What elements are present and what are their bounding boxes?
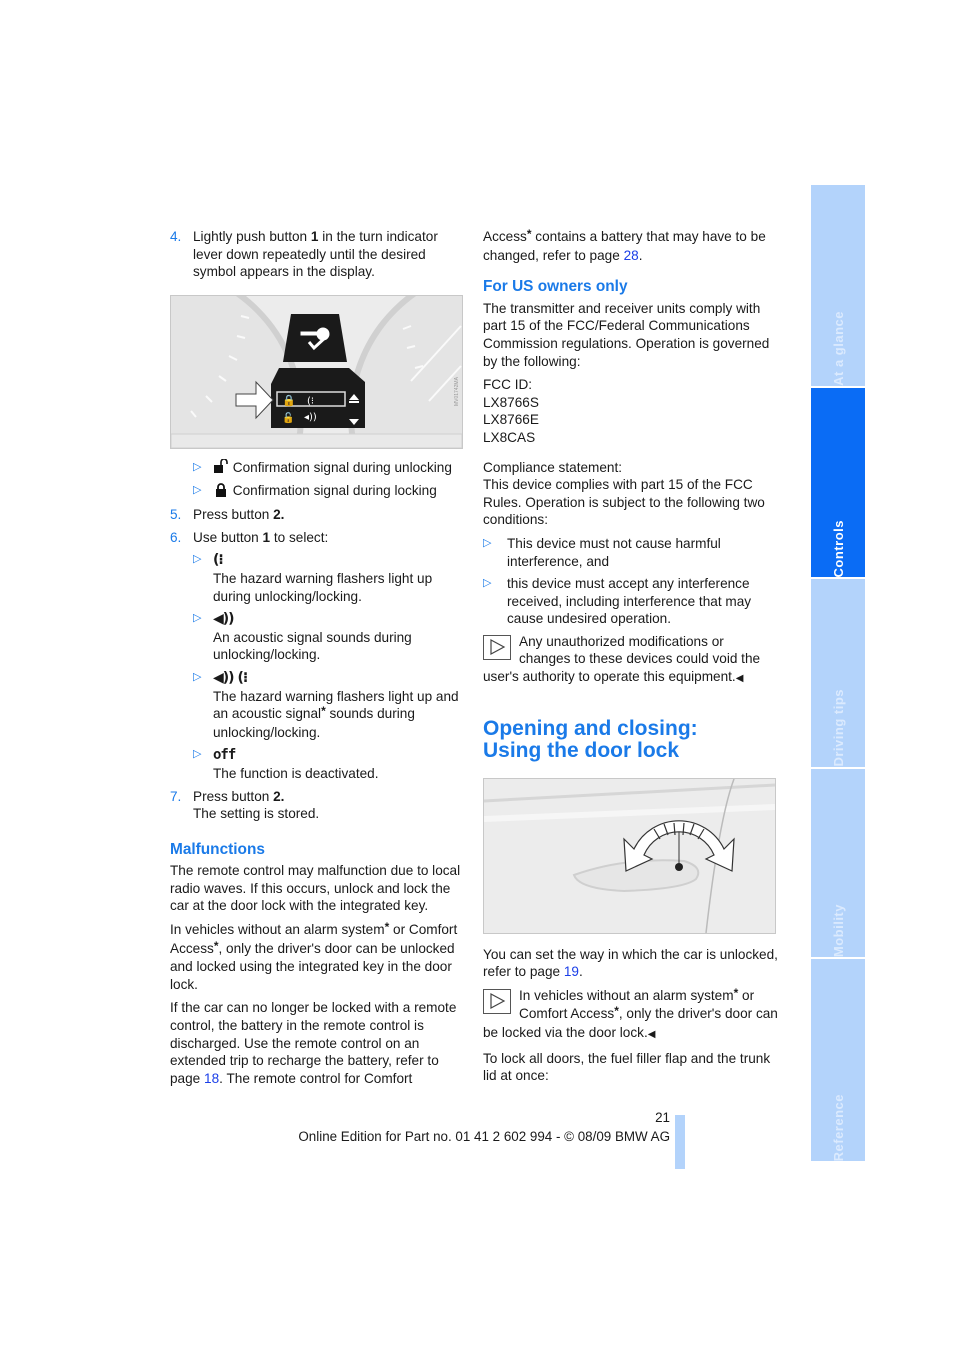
fcc-paragraph: The transmitter and receiver units compl… (483, 300, 770, 369)
tab-reference[interactable]: Reference (811, 959, 865, 1161)
condition-item: ▷ This device must not cause harmful int… (483, 535, 721, 569)
page-18-link[interactable]: 18 (204, 1071, 219, 1086)
door-lock-paragraph-2: To lock all doors, the fuel filler flap … (483, 1050, 771, 1084)
step-6: 6. Use button 1 to select: (170, 529, 329, 545)
fcc-id: LX8766E (483, 412, 539, 428)
comfort-access-continuation: Access* contains a battery that may have… (483, 227, 766, 263)
door-lock-note: In vehicles without an alarm system* or … (483, 985, 778, 1041)
svg-text:◂)): ◂)) (304, 412, 317, 423)
horn-and-flasher-icon: ◀)) (⁝ (213, 669, 248, 686)
malfunctions-paragraph-2: In vehicles without an alarm system* or … (170, 920, 458, 992)
off-symbol: off (213, 747, 236, 764)
fcc-id-block: FCC ID: LX8766S LX8766E LX8CAS (483, 377, 539, 445)
malfunctions-heading: Malfunctions (170, 840, 265, 858)
step-7: 7. Press button 2. The setting is stored… (170, 788, 320, 822)
fcc-id: LX8766S (483, 394, 539, 410)
chapter-tabs: At a glance Controls Driving tips Mobili… (811, 185, 865, 1163)
instrument-cluster-illustration: 🔒 (⁝ 🔓 ◂)) MV01742MA (170, 294, 463, 449)
step-4: 4. Lightly push button 1 in the turn ind… (170, 229, 438, 280)
locked-padlock-icon (213, 482, 229, 502)
page-number: 21 (655, 1110, 670, 1125)
page-28-link[interactable]: 28 (624, 248, 639, 263)
option-acoustic-signal: ▷ ◀)) An acoustic signal sounds during u… (193, 611, 412, 663)
fcc-id: LX8CAS (483, 429, 536, 445)
display-selection-diagram: 🔒 (⁝ 🔓 ◂)) MV01742MA (171, 295, 462, 448)
confirm-lock-item: ▷ Confirmation signal during locking (193, 482, 465, 501)
end-mark-icon: ◀ (647, 1029, 656, 1041)
edition-line: Online Edition for Part no. 01 41 2 602 … (298, 1129, 670, 1144)
door-lock-heading: Opening and closing: Using the door lock (483, 716, 698, 762)
tab-driving-tips[interactable]: Driving tips (811, 579, 865, 767)
svg-text:🔒: 🔒 (282, 394, 296, 407)
left-column: 4. Lightly push button 1 in the turn ind… (170, 228, 465, 1093)
step-number: 4. (170, 229, 182, 244)
condition-item: ▷ this device must accept any interferen… (483, 576, 752, 627)
note-triangle-icon (483, 634, 511, 660)
svg-text:(⁝: (⁝ (307, 396, 314, 407)
us-owners-heading: For US owners only (483, 278, 628, 296)
footer-accent-bar (675, 1115, 685, 1169)
page-19-link[interactable]: 19 (564, 964, 579, 979)
option-off: ▷ off The function is deactivated. (193, 747, 379, 781)
tab-at-a-glance[interactable]: At a glance (811, 185, 865, 386)
option-flashers-and-acoustic: ▷ ◀)) (⁝ The hazard warning flashers lig… (193, 669, 459, 740)
unlocked-padlock-icon (213, 458, 229, 478)
svg-text:🔓: 🔓 (282, 411, 294, 424)
right-column: Access* contains a battery that may have… (483, 227, 778, 1091)
option-hazard-flashers: ▷ (⁝ The hazard warning flashers light u… (193, 552, 433, 604)
door-lock-illustration (483, 777, 776, 934)
malfunctions-paragraph-3: If the car can no longer be locked with … (170, 1000, 457, 1086)
compliance-block: Compliance statement: This device compli… (483, 459, 765, 528)
fcc-note: Any unauthorized modifications or change… (483, 633, 761, 685)
horn-icon: ◀)) (213, 611, 235, 628)
confirm-unlock-item: ▷ Confirmation signal during unlocking (193, 458, 465, 478)
door-handle-diagram (484, 778, 775, 933)
end-mark-icon: ◀ (735, 673, 744, 685)
page-footer: 21 Online Edition for Part no. 01 41 2 6… (280, 1108, 670, 1146)
svg-text:MV01742MA: MV01742MA (454, 376, 460, 406)
tab-mobility[interactable]: Mobility (811, 769, 865, 957)
hazard-flasher-icon: (⁝ (213, 552, 224, 569)
note-triangle-icon (483, 988, 511, 1014)
malfunctions-paragraph-1: The remote control may malfunction due t… (170, 863, 461, 914)
step-5: 5. Press button 2. (170, 507, 285, 523)
door-lock-paragraph-1: You can set the way in which the car is … (483, 946, 778, 980)
tab-controls[interactable]: Controls (811, 388, 865, 577)
